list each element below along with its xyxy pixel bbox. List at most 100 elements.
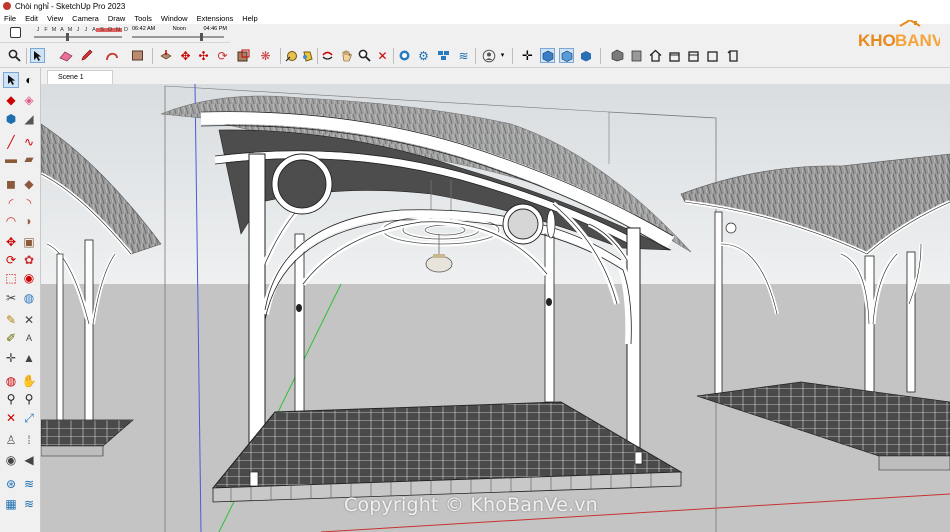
menu-tools[interactable]: Tools [134, 14, 152, 23]
shadow-time-handle[interactable] [200, 33, 203, 41]
shadow-date-slider[interactable] [34, 36, 122, 38]
freehand-icon[interactable]: ∿ [21, 134, 37, 150]
pan-icon[interactable]: ▲ [21, 350, 37, 366]
position-camera-icon[interactable]: ✛ [520, 48, 535, 63]
offset-icon[interactable]: ◉ [21, 270, 37, 286]
component-icon[interactable] [436, 48, 451, 63]
rotated-rect-icon[interactable]: ▰ [21, 151, 37, 167]
svg-text:KHO: KHO [858, 31, 896, 50]
title-bar: Chòi nghỉ - SketchUp Pro 2023 [0, 0, 950, 12]
sandbox-icon[interactable]: ▦ [3, 496, 19, 512]
orbit-tool-icon[interactable]: ✛ [3, 350, 19, 366]
warehouse-icon[interactable] [397, 48, 412, 63]
menu-edit[interactable]: Edit [25, 14, 38, 23]
right-house-icon[interactable] [686, 48, 701, 63]
section-plane-icon[interactable]: ⊛ [3, 476, 19, 492]
front-view-icon[interactable] [578, 48, 593, 63]
push-pull-icon[interactable] [158, 48, 173, 63]
user-icon[interactable] [481, 48, 496, 63]
menu-view[interactable]: View [47, 14, 63, 23]
polygon-icon[interactable]: ◆ [21, 176, 37, 192]
eye-icon[interactable]: ◉ [3, 452, 19, 468]
protractor-icon[interactable]: ✎ [3, 312, 19, 328]
tape-icon[interactable] [284, 48, 299, 63]
rotate-icon[interactable]: ⟳ [215, 48, 230, 63]
scene-tab[interactable]: Scene 1 [47, 70, 113, 84]
front-house-icon[interactable] [667, 48, 682, 63]
walk-icon[interactable]: ⤢ [21, 410, 37, 426]
3d-text-icon[interactable]: A [21, 330, 37, 346]
extension-warehouse-icon[interactable]: ⚙ [416, 48, 431, 63]
menu-help[interactable]: Help [242, 14, 257, 23]
eraser-icon[interactable]: ◈ [21, 92, 37, 108]
text-icon[interactable]: ✕ [21, 312, 37, 328]
move-icon[interactable]: ✥ [3, 234, 19, 250]
dimension-icon[interactable]: ◍ [21, 290, 37, 306]
two-point-arc-icon[interactable]: ◝ [21, 195, 37, 211]
menu-window[interactable]: Window [161, 14, 188, 23]
menu-extensions[interactable]: Extensions [197, 14, 234, 23]
scale-icon[interactable] [236, 48, 251, 63]
zoom-window-icon[interactable]: ✋ [21, 373, 37, 389]
move-arrows-icon[interactable]: ✣ [196, 48, 211, 63]
home-icon[interactable] [648, 48, 663, 63]
pan-icon[interactable] [339, 48, 354, 63]
layers-icon[interactable]: ≋ [21, 496, 37, 512]
speaker-icon[interactable]: ◀ [21, 452, 37, 468]
shadow-time-slider[interactable] [132, 36, 224, 38]
follow-me-icon[interactable]: ❋ [258, 48, 273, 63]
rectangle-icon[interactable] [130, 48, 145, 63]
rotate-icon[interactable]: ⟳ [3, 252, 19, 268]
select-tool-icon[interactable] [3, 72, 19, 88]
rectangle-icon[interactable]: ▬ [3, 151, 19, 167]
previous-icon[interactable]: ⚲ [21, 391, 37, 407]
paint-bucket-icon[interactable]: ◆ [3, 92, 19, 108]
move-icon[interactable]: ✥ [178, 48, 193, 63]
zoom-icon[interactable]: ◍ [3, 373, 19, 389]
back-edges-icon[interactable] [629, 48, 644, 63]
footprints-icon[interactable]: ⁞ [21, 432, 37, 448]
menu-draw[interactable]: Draw [108, 14, 126, 23]
back-house-icon[interactable] [705, 48, 720, 63]
orbit-icon[interactable] [320, 48, 335, 63]
orbit-icon[interactable]: ◐ [21, 72, 37, 88]
arc-icon[interactable]: ◜ [3, 195, 19, 211]
watermark: Copyright © KhoBanVe.vn [344, 494, 598, 516]
position-camera-icon[interactable]: ✕ [3, 410, 19, 426]
iso-view-icon[interactable] [540, 48, 555, 63]
scale-icon[interactable]: ⬚ [3, 270, 19, 286]
search-icon[interactable] [7, 48, 22, 63]
layout-icon[interactable]: ≋ [456, 48, 471, 63]
zoom-extents-icon[interactable]: ✕ [375, 48, 390, 63]
line-icon[interactable]: ╱ [3, 134, 19, 150]
select-icon[interactable] [30, 48, 45, 63]
pencil-icon[interactable] [79, 48, 94, 63]
look-around-icon[interactable]: ♙ [3, 432, 19, 448]
left-house-icon[interactable] [726, 48, 741, 63]
display-section-icon[interactable]: ≋ [21, 476, 37, 492]
shadow-date-handle[interactable] [66, 33, 69, 41]
menu-file[interactable]: File [4, 14, 16, 23]
zoom-extents-icon[interactable]: ⚲ [3, 391, 19, 407]
main-toolbar: ✥ ✣ ⟳ ❋ ✕ ⚙ ≋ ▾ ✛ [0, 44, 950, 68]
three-point-arc-icon[interactable]: ◗ [21, 213, 37, 229]
shape-icon[interactable] [104, 48, 119, 63]
user-dropdown-icon[interactable]: ▾ [495, 48, 510, 63]
shadow-toggle-icon[interactable] [10, 27, 21, 38]
push-pull-icon[interactable]: ▣ [21, 234, 37, 250]
shadow-time-labels: 06:42 AM Noon 04:46 PM [132, 26, 227, 32]
xray-icon[interactable] [610, 48, 625, 63]
eraser-icon[interactable] [58, 48, 73, 63]
component-icon[interactable]: ⬢ [3, 111, 19, 127]
paint-bucket-icon[interactable] [300, 48, 315, 63]
tape-measure-icon[interactable]: ✂ [3, 290, 19, 306]
circle-icon[interactable]: ◼ [3, 176, 19, 192]
tape-icon[interactable]: ◢ [21, 111, 37, 127]
top-view-icon[interactable] [559, 48, 574, 63]
follow-me-icon[interactable]: ✿ [21, 252, 37, 268]
pie-icon[interactable]: ◠ [3, 213, 19, 229]
model-viewport[interactable] [41, 84, 950, 532]
zoom-icon[interactable] [357, 48, 372, 63]
axes-icon[interactable]: ✐ [3, 330, 19, 346]
menu-camera[interactable]: Camera [72, 14, 99, 23]
